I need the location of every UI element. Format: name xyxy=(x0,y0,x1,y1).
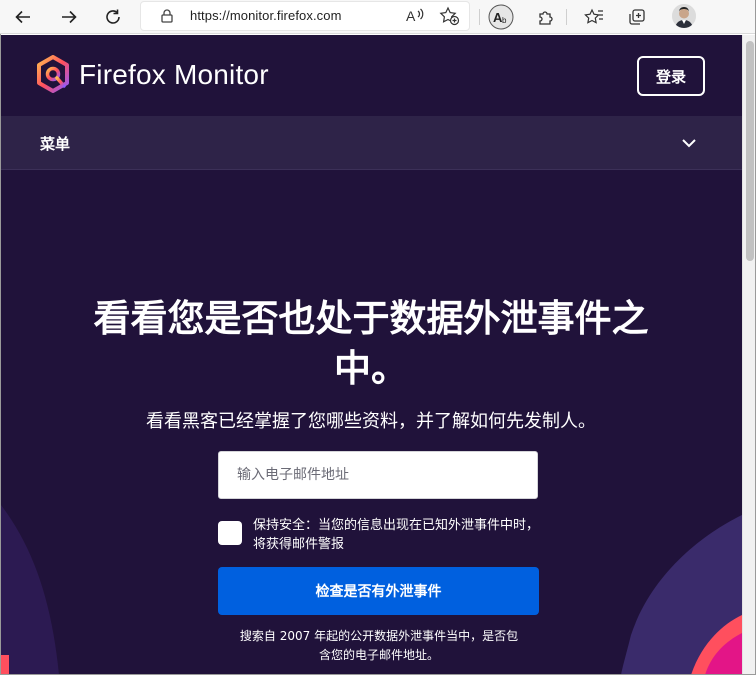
menu-bar[interactable]: 菜单 xyxy=(1,116,742,170)
page-viewport: Firefox Monitor 登录 菜单 看看您是否也处于数据外泄事件之中。 … xyxy=(1,35,742,674)
forward-icon[interactable] xyxy=(54,3,84,31)
brand-name: Firefox Monitor xyxy=(79,59,269,90)
firefox-monitor-logo-icon xyxy=(37,55,69,93)
login-button[interactable]: 登录 xyxy=(637,56,705,96)
lock-icon[interactable] xyxy=(161,9,173,23)
site-logo[interactable]: Firefox Monitor xyxy=(35,55,269,95)
toolbar-divider xyxy=(479,9,480,25)
window-border xyxy=(0,34,1,675)
add-favorite-icon[interactable] xyxy=(439,6,461,26)
page-scrollbar[interactable] xyxy=(742,35,756,675)
svg-text:b: b xyxy=(502,16,507,25)
read-aloud-icon[interactable]: A xyxy=(405,6,427,26)
scrollbar-thumb[interactable] xyxy=(746,41,754,261)
address-bar[interactable]: https://monitor.firefox.com A xyxy=(140,1,470,31)
chevron-down-icon[interactable] xyxy=(681,137,697,149)
search-footnote: 搜索自 2007 年起的公开数据外泄事件当中，是否包含您的电子邮件地址。 xyxy=(239,629,519,662)
svg-text:A: A xyxy=(406,8,416,24)
collections-icon[interactable] xyxy=(622,3,652,31)
email-input[interactable] xyxy=(218,451,538,499)
favorites-icon[interactable] xyxy=(579,3,609,31)
back-icon[interactable] xyxy=(8,3,38,31)
check-breaches-button[interactable]: 检查是否有外泄事件 xyxy=(218,567,539,615)
url-text[interactable]: https://monitor.firefox.com xyxy=(190,8,342,23)
refresh-icon[interactable] xyxy=(98,3,128,31)
toolbar-divider xyxy=(566,9,567,25)
profile-avatar[interactable] xyxy=(672,4,696,28)
browser-toolbar: https://monitor.firefox.com A Ab xyxy=(0,0,756,34)
menu-label[interactable]: 菜单 xyxy=(40,133,70,154)
extensions-icon[interactable] xyxy=(530,3,560,31)
hero-title: 看看您是否也处于数据外泄事件之中。 xyxy=(93,297,649,390)
immersive-reader-icon[interactable]: Ab xyxy=(486,3,516,31)
alert-checkbox[interactable] xyxy=(218,521,242,545)
site-header: Firefox Monitor 登录 xyxy=(1,35,742,116)
alert-checkbox-label: 保持安全：当您的信息出现在已知外泄事件中时，将获得邮件警报 xyxy=(253,518,540,552)
background-blob-right xyxy=(621,515,742,674)
background-curve-left xyxy=(1,505,59,674)
hero-subtitle: 看看黑客已经掌握了您哪些资料，并了解如何先发制人。 xyxy=(146,411,596,432)
